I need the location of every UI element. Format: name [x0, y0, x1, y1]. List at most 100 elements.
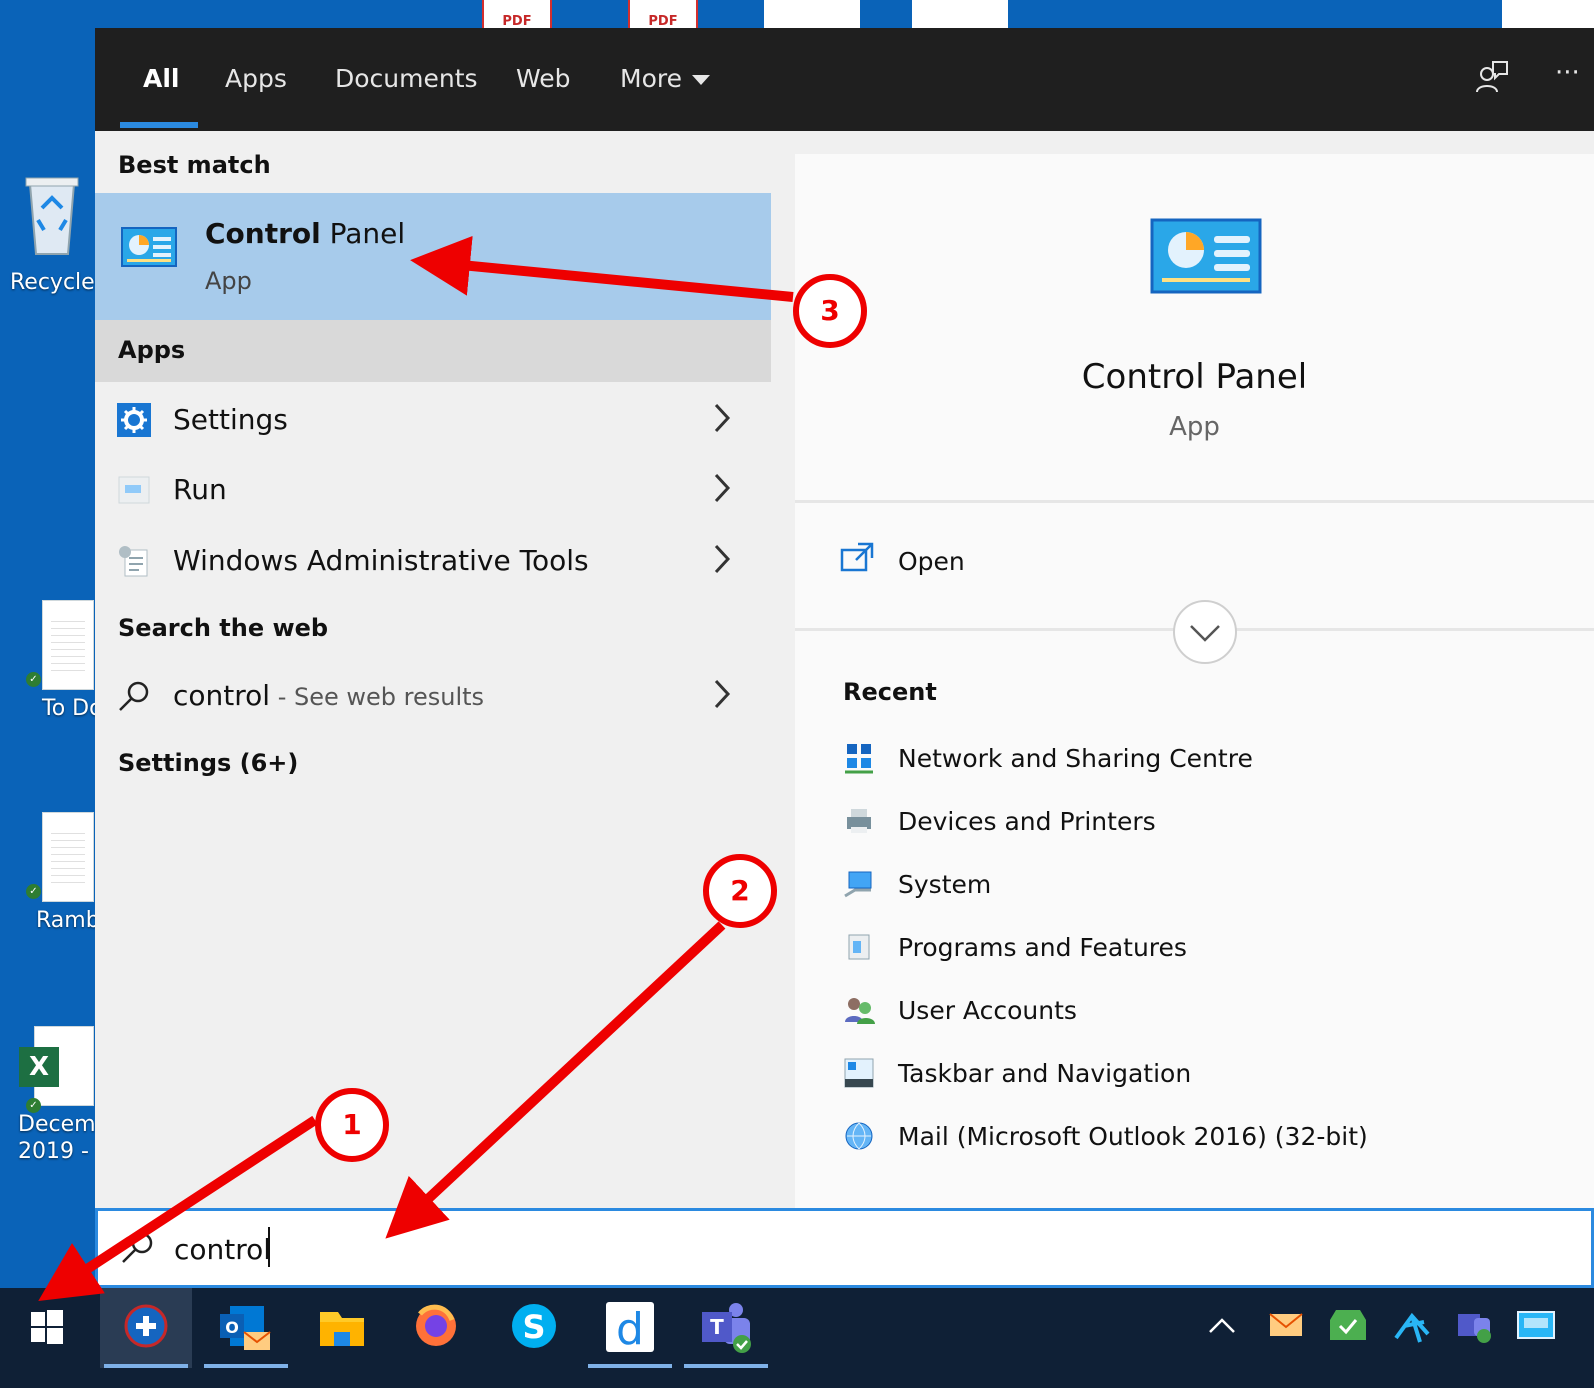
recent-heading: Recent: [843, 678, 937, 706]
excel-file-label-1: Decem: [18, 1112, 96, 1137]
recent-item-label: Taskbar and Navigation: [898, 1059, 1192, 1088]
firefox-icon: [416, 1304, 456, 1346]
recent-item-devices[interactable]: Devices and Printers: [843, 801, 1583, 851]
pdf-thumbnail[interactable]: PDF: [482, 0, 552, 30]
preview-pane: Control Panel App Open Recent Network an…: [795, 154, 1594, 1208]
todo-file-label: To Do: [42, 696, 103, 721]
list-item-web-search[interactable]: control - See web results: [95, 661, 771, 731]
chevron-right-icon[interactable]: [713, 401, 731, 435]
helpdesk-icon: [124, 1304, 168, 1348]
skype-icon: S: [512, 1304, 556, 1348]
annotation-badge-1: 1: [315, 1088, 389, 1162]
recent-item-programs[interactable]: Programs and Features: [843, 927, 1583, 977]
excel-file-label-2: 2019 -: [18, 1139, 89, 1164]
tab-more-label: More: [620, 64, 682, 93]
printer-icon: [847, 809, 871, 833]
mail-icon[interactable]: [1264, 1304, 1308, 1348]
taskbar-app-helpdesk[interactable]: [100, 1288, 192, 1368]
settings-gear-icon: [117, 403, 151, 437]
display-icon[interactable]: [1514, 1304, 1558, 1348]
teams-icon: T: [702, 1303, 751, 1353]
search-tab-bar: All Apps Documents Web More ···: [95, 28, 1594, 131]
list-item-admin-tools[interactable]: Windows Administrative Tools: [95, 526, 771, 596]
search-box[interactable]: [95, 1208, 1594, 1288]
web-search-text: control - See web results: [173, 679, 485, 712]
document-thumbnail[interactable]: [1502, 0, 1594, 30]
list-item-settings[interactable]: Settings: [95, 385, 771, 455]
tab-more[interactable]: More: [620, 64, 710, 93]
list-item-run[interactable]: Run: [95, 455, 771, 525]
ramb-file[interactable]: Ramb: [30, 812, 100, 933]
taskbar-app-teams[interactable]: T: [680, 1288, 772, 1368]
best-match-control-panel[interactable]: Control Panel App: [95, 193, 771, 320]
more-options-icon[interactable]: ···: [1555, 58, 1580, 88]
active-tab-indicator: [120, 122, 198, 128]
tab-all[interactable]: All: [143, 64, 180, 93]
list-item-label: Settings: [173, 403, 288, 436]
taskbar-icon: [844, 1058, 874, 1088]
taskbar-app-file-explorer[interactable]: [296, 1288, 388, 1368]
divider: [795, 500, 1594, 503]
start-button[interactable]: [0, 1288, 92, 1368]
excel-file[interactable]: X Decem 2019 -: [18, 1026, 96, 1164]
network-vpn-icon[interactable]: [1390, 1304, 1434, 1348]
chevron-down-icon: [691, 75, 710, 85]
preview-subtitle: App: [1169, 412, 1220, 442]
chevron-right-icon[interactable]: [713, 542, 731, 576]
taskbar-app-firefox[interactable]: [390, 1288, 482, 1368]
chevron-up-icon[interactable]: [1200, 1304, 1244, 1348]
active-app-indicator: [204, 1364, 288, 1368]
chevron-right-icon[interactable]: [713, 677, 731, 711]
document-thumbnail[interactable]: [764, 0, 860, 30]
best-match-subtitle: App: [205, 267, 252, 295]
search-web-heading: Search the web: [118, 614, 329, 642]
best-match-heading: Best match: [118, 151, 271, 179]
tab-apps[interactable]: Apps: [225, 64, 287, 93]
excel-file-icon: X: [19, 1026, 94, 1106]
apps-heading: Apps: [118, 336, 186, 364]
search-input[interactable]: [174, 1225, 1474, 1273]
annotation-badge-3: 3: [793, 274, 867, 348]
taskbar-app-skype[interactable]: S: [488, 1288, 580, 1368]
recent-item-mail[interactable]: Mail (Microsoft Outlook 2016) (32-bit): [843, 1116, 1583, 1166]
admin-tools-icon: [119, 546, 148, 577]
search-panel: All Apps Documents Web More ··· Best mat…: [95, 28, 1594, 1288]
programs-icon: [848, 934, 870, 960]
document-icon: [42, 812, 94, 902]
teams-tray-icon[interactable]: [1452, 1304, 1496, 1348]
recent-item-taskbar[interactable]: Taskbar and Navigation: [843, 1053, 1583, 1103]
settings-group-heading[interactable]: Settings (6+): [118, 749, 298, 777]
svg-text:d: d: [616, 1304, 644, 1355]
best-match-title: Control Panel: [205, 217, 406, 250]
taskbar-app-outlook[interactable]: O: [200, 1288, 292, 1368]
recent-item-network[interactable]: Network and Sharing Centre: [843, 738, 1583, 788]
expand-button[interactable]: [1173, 600, 1237, 664]
pdf-thumbnail[interactable]: PDF: [628, 0, 698, 30]
search-icon: [119, 681, 149, 711]
taskbar-app-d[interactable]: d: [584, 1288, 676, 1368]
text-caret: [268, 1227, 270, 1267]
tab-web[interactable]: Web: [516, 64, 571, 93]
tab-documents[interactable]: Documents: [335, 64, 478, 93]
control-panel-icon: [1150, 218, 1262, 294]
chevron-down-icon: [1190, 625, 1220, 642]
recent-item-users[interactable]: User Accounts: [843, 990, 1583, 1040]
document-icon: [42, 600, 94, 690]
ramb-file-label: Ramb: [36, 908, 100, 933]
svg-text:T: T: [710, 1315, 724, 1339]
sync-check-icon[interactable]: [1326, 1304, 1370, 1348]
recycle-bin[interactable]: Recycle: [10, 172, 95, 295]
document-thumbnail[interactable]: [912, 0, 1008, 30]
run-icon: [118, 476, 150, 504]
preview-title: Control Panel: [1081, 357, 1308, 397]
todo-file[interactable]: To Do: [30, 600, 103, 721]
recent-item-label: Programs and Features: [898, 933, 1187, 962]
recent-item-label: Devices and Printers: [898, 807, 1156, 836]
open-action[interactable]: Open: [898, 547, 965, 576]
feedback-icon[interactable]: [1475, 60, 1509, 94]
recycle-bin-label: Recycle: [10, 270, 95, 295]
outlook-icon: O: [220, 1306, 271, 1350]
recent-item-system[interactable]: System: [843, 864, 1583, 914]
active-app-indicator: [104, 1364, 188, 1368]
chevron-right-icon[interactable]: [713, 471, 731, 505]
